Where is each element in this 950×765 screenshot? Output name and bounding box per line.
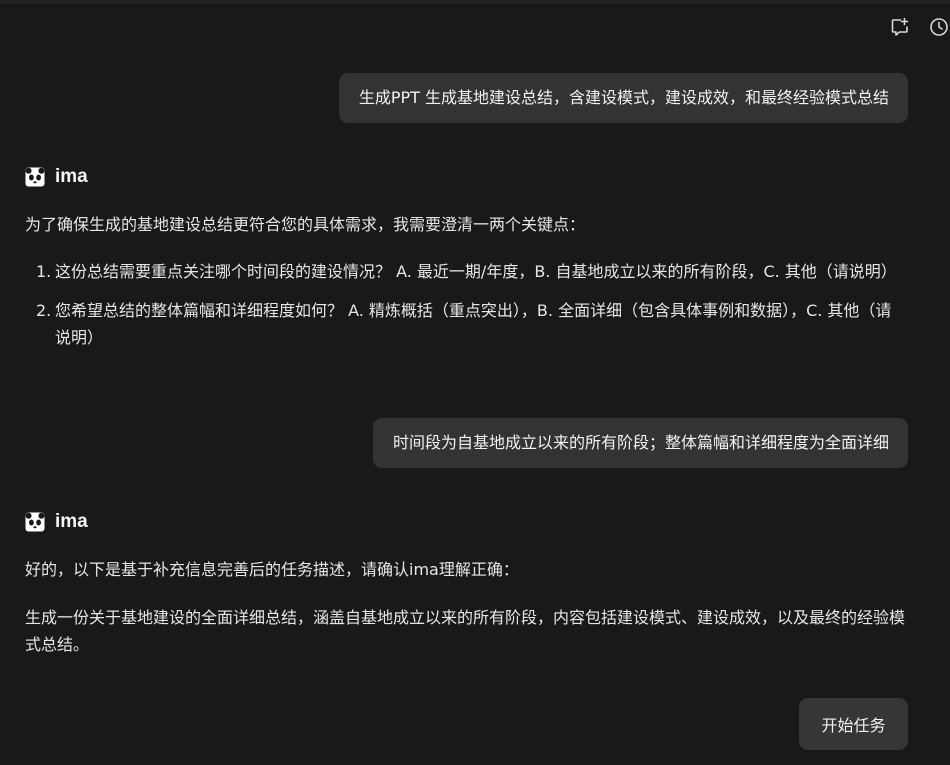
start-task-button[interactable]: 开始任务 — [799, 698, 908, 750]
assistant-intro-text: 为了确保生成的基地建设总结更符合您的具体需求，我需要澄清一两个关键点： — [25, 215, 586, 234]
user-message-bubble: 时间段为自基地成立以来的所有阶段；整体篇幅和详细程度为全面详细 — [372, 418, 908, 468]
assistant-name: ima — [55, 511, 88, 532]
list-item: 1. 这份总结需要重点关注哪个时间段的建设情况？ A. 最近一期/年度，B. 自… — [25, 258, 905, 285]
assistant-header: ima — [25, 511, 88, 533]
user-message-bubble: 生成PPT 生成基地建设总结，含建设模式，建设成效，和最终经验模式总结 — [338, 73, 908, 123]
list-item-text: 您希望总结的整体篇幅和详细程度如何？ A. 精炼概括（重点突出），B. 全面详细… — [55, 301, 892, 347]
assistant-name: ima — [55, 166, 88, 187]
assistant-header: ima — [25, 166, 88, 188]
list-item-number: 2. — [36, 301, 52, 320]
top-toolbar — [889, 16, 950, 38]
window-top-strip — [0, 0, 950, 4]
list-item: 2. 您希望总结的整体篇幅和详细程度如何？ A. 精炼概括（重点突出），B. 全… — [25, 297, 905, 351]
clarifying-questions-list: 1. 这份总结需要重点关注哪个时间段的建设情况？ A. 最近一期/年度，B. 自… — [25, 258, 905, 351]
panda-logo-icon — [25, 167, 45, 187]
add-note-icon[interactable] — [889, 16, 911, 38]
user-message-text: 生成PPT 生成基地建设总结，含建设模式，建设成效，和最终经验模式总结 — [358, 88, 889, 107]
list-item-text: 这份总结需要重点关注哪个时间段的建设情况？ A. 最近一期/年度，B. 自基地成… — [55, 262, 897, 281]
task-description-text: 生成一份关于基地建设的全面详细总结，涵盖自基地成立以来的所有阶段，内容包括建设模… — [25, 608, 906, 654]
panda-logo-icon — [25, 512, 45, 532]
list-item-number: 1. — [36, 262, 52, 281]
assistant-reply-text: 好的，以下是基于补充信息完善后的任务描述，请确认ima理解正确： — [25, 560, 519, 579]
history-clock-icon[interactable] — [928, 16, 950, 38]
user-message-text: 时间段为自基地成立以来的所有阶段；整体篇幅和详细程度为全面详细 — [392, 433, 889, 452]
